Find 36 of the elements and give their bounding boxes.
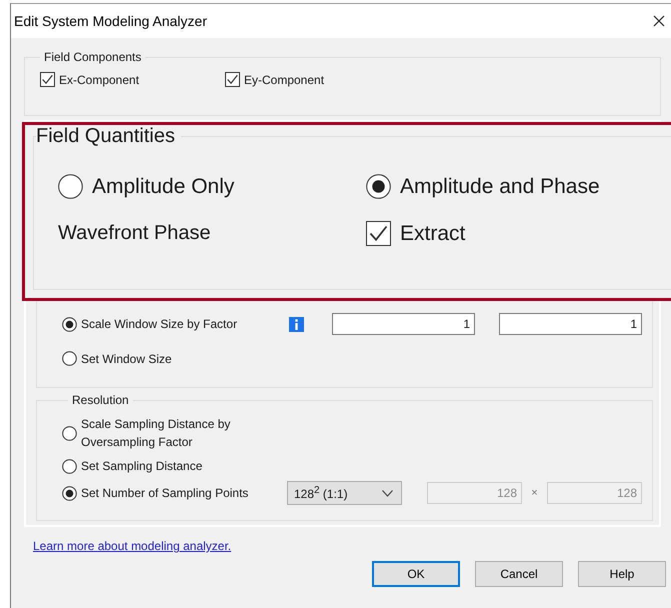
checkbox-label: Ey-Component — [244, 72, 324, 86]
times-sign: × — [530, 487, 539, 499]
input-field[interactable]: 1 — [499, 313, 642, 335]
input-field[interactable]: 1 — [332, 313, 475, 335]
radio-button[interactable] — [62, 486, 77, 500]
radio-button[interactable] — [366, 174, 391, 199]
dropdown[interactable]: 128$^{2}$ (1:1) — [287, 481, 402, 505]
radio-label: Set Sampling Distance — [81, 458, 204, 475]
checkbox-label: Ex-Component — [59, 72, 140, 86]
radio-button[interactable] — [58, 174, 83, 199]
radio-label: Set Window Size — [81, 352, 172, 366]
checkbox-label: Extract — [400, 222, 466, 246]
checkbox[interactable] — [225, 72, 240, 87]
radio-button[interactable] — [62, 426, 77, 440]
checkbox[interactable] — [40, 72, 55, 87]
dialog-button[interactable]: Help — [578, 561, 666, 587]
help-link[interactable]: Learn more about modeling analyzer. — [33, 539, 232, 553]
radio-label: Set Number of Sampling Points — [81, 485, 250, 502]
close-icon[interactable] — [653, 15, 665, 27]
info-icon[interactable] — [289, 316, 304, 332]
radio-label: Amplitude and Phase — [400, 174, 600, 198]
radio-label: Scale Sampling Distance by Oversampling Factor — [81, 416, 232, 451]
radio-button[interactable] — [62, 351, 77, 366]
window-title: Edit System Modeling Analyzer — [14, 13, 207, 29]
group-title: Field Components — [43, 50, 142, 64]
field-label: Wavefront Phase — [58, 222, 212, 245]
radio-button[interactable] — [62, 316, 77, 332]
radio-button[interactable] — [62, 458, 77, 474]
dialog-button[interactable]: Cancel — [475, 561, 563, 587]
radio-label: Amplitude Only — [92, 174, 234, 198]
dialog-button[interactable]: OK — [372, 561, 460, 587]
radio-label: Scale Window Size by Factor — [81, 317, 238, 331]
group-title: Field Quantities — [36, 125, 176, 148]
checkbox[interactable] — [366, 221, 391, 246]
group-title: Resolution — [71, 393, 130, 407]
caret-icon — [382, 490, 393, 496]
